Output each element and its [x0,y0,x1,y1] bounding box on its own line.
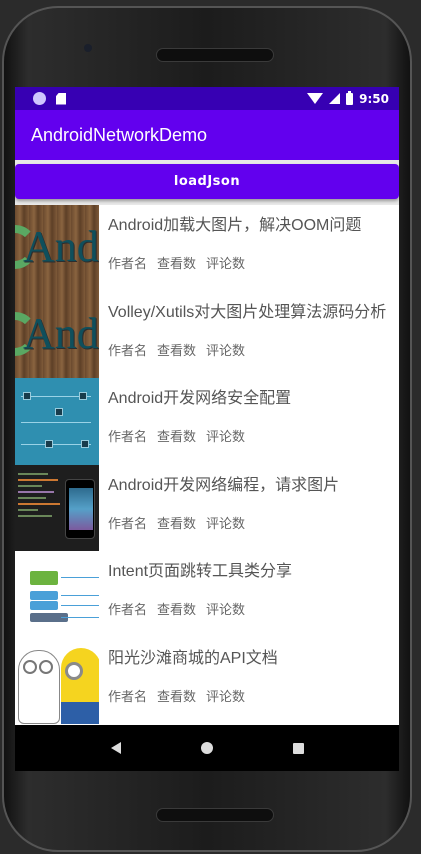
item-title: Intent页面跳转工具类分享 [108,563,293,581]
front-camera [84,44,92,52]
item-views: 查看数 [157,516,197,532]
item-title: Volley/Xutils对大图片处理算法源码分析 [108,303,387,321]
item-author: 作者名 [108,603,148,619]
status-bar: 9:50 [15,87,399,110]
article-list[interactable]: Andr Android加载大图片，解决OOM问题 作者名 查看数 评论数 An… [15,205,399,725]
list-item[interactable]: Android开发网络安全配置 作者名 查看数 评论数 [15,378,399,465]
item-views: 查看数 [157,343,197,359]
bottom-speaker [156,808,274,822]
item-title: Android开发网络安全配置 [108,390,292,408]
list-item[interactable]: 阳光沙滩商城的API文档 作者名 查看数 评论数 [15,637,399,725]
home-icon [200,742,213,754]
item-views: 查看数 [157,257,197,272]
android-studio-thumbnail: Andr [15,291,99,379]
item-comments: 评论数 [206,343,246,359]
signal-icon [329,93,341,104]
flow-chart-thumbnail [15,551,99,638]
item-views: 查看数 [157,603,197,619]
back-button[interactable] [96,728,136,768]
recents-icon [292,742,304,754]
item-title: 阳光沙滩商城的API文档 [108,649,278,667]
item-author: 作者名 [108,257,148,272]
item-author: 作者名 [108,343,148,359]
item-comments: 评论数 [206,689,246,705]
android-studio-thumbnail: Andr [15,205,99,292]
wifi-icon [307,93,324,104]
network-diagram-thumbnail [15,378,99,465]
load-json-button[interactable]: loadJson [15,164,399,199]
battery-icon [346,90,354,105]
item-author: 作者名 [108,430,148,446]
item-comments: 评论数 [206,603,246,619]
minion-thumbnail [15,637,99,725]
device-screen: 9:50 AndroidNetworkDemo loadJson Andr An… [15,87,399,771]
item-title: Android加载大图片，解决OOM问题 [108,217,362,234]
navigation-bar [15,725,399,771]
home-button[interactable] [187,728,227,768]
app-circle-icon [33,92,46,105]
item-comments: 评论数 [206,516,246,532]
recents-button[interactable] [278,728,318,768]
item-views: 查看数 [157,689,197,705]
item-comments: 评论数 [206,257,246,272]
app-bar: AndroidNetworkDemo [15,110,399,160]
item-comments: 评论数 [206,430,246,446]
item-title: Android开发网络编程，请求图片 [108,476,340,494]
back-icon [110,742,121,754]
top-speaker [156,48,274,62]
list-item[interactable]: Andr Volley/Xutils对大图片处理算法源码分析 作者名 查看数 评… [15,291,399,379]
item-author: 作者名 [108,689,148,705]
list-item[interactable]: Android开发网络编程，请求图片 作者名 查看数 评论数 [15,464,399,552]
code-screenshot-thumbnail [15,464,99,552]
sd-card-icon [56,92,66,105]
item-views: 查看数 [157,430,197,446]
status-time: 9:50 [359,91,389,106]
list-item[interactable]: Intent页面跳转工具类分享 作者名 查看数 评论数 [15,551,399,638]
list-item[interactable]: Andr Android加载大图片，解决OOM问题 作者名 查看数 评论数 [15,205,399,292]
main-content: loadJson Andr Android加载大图片，解决OOM问题 作者名 查… [15,160,399,725]
app-title: AndroidNetworkDemo [31,124,208,145]
item-author: 作者名 [108,516,148,532]
